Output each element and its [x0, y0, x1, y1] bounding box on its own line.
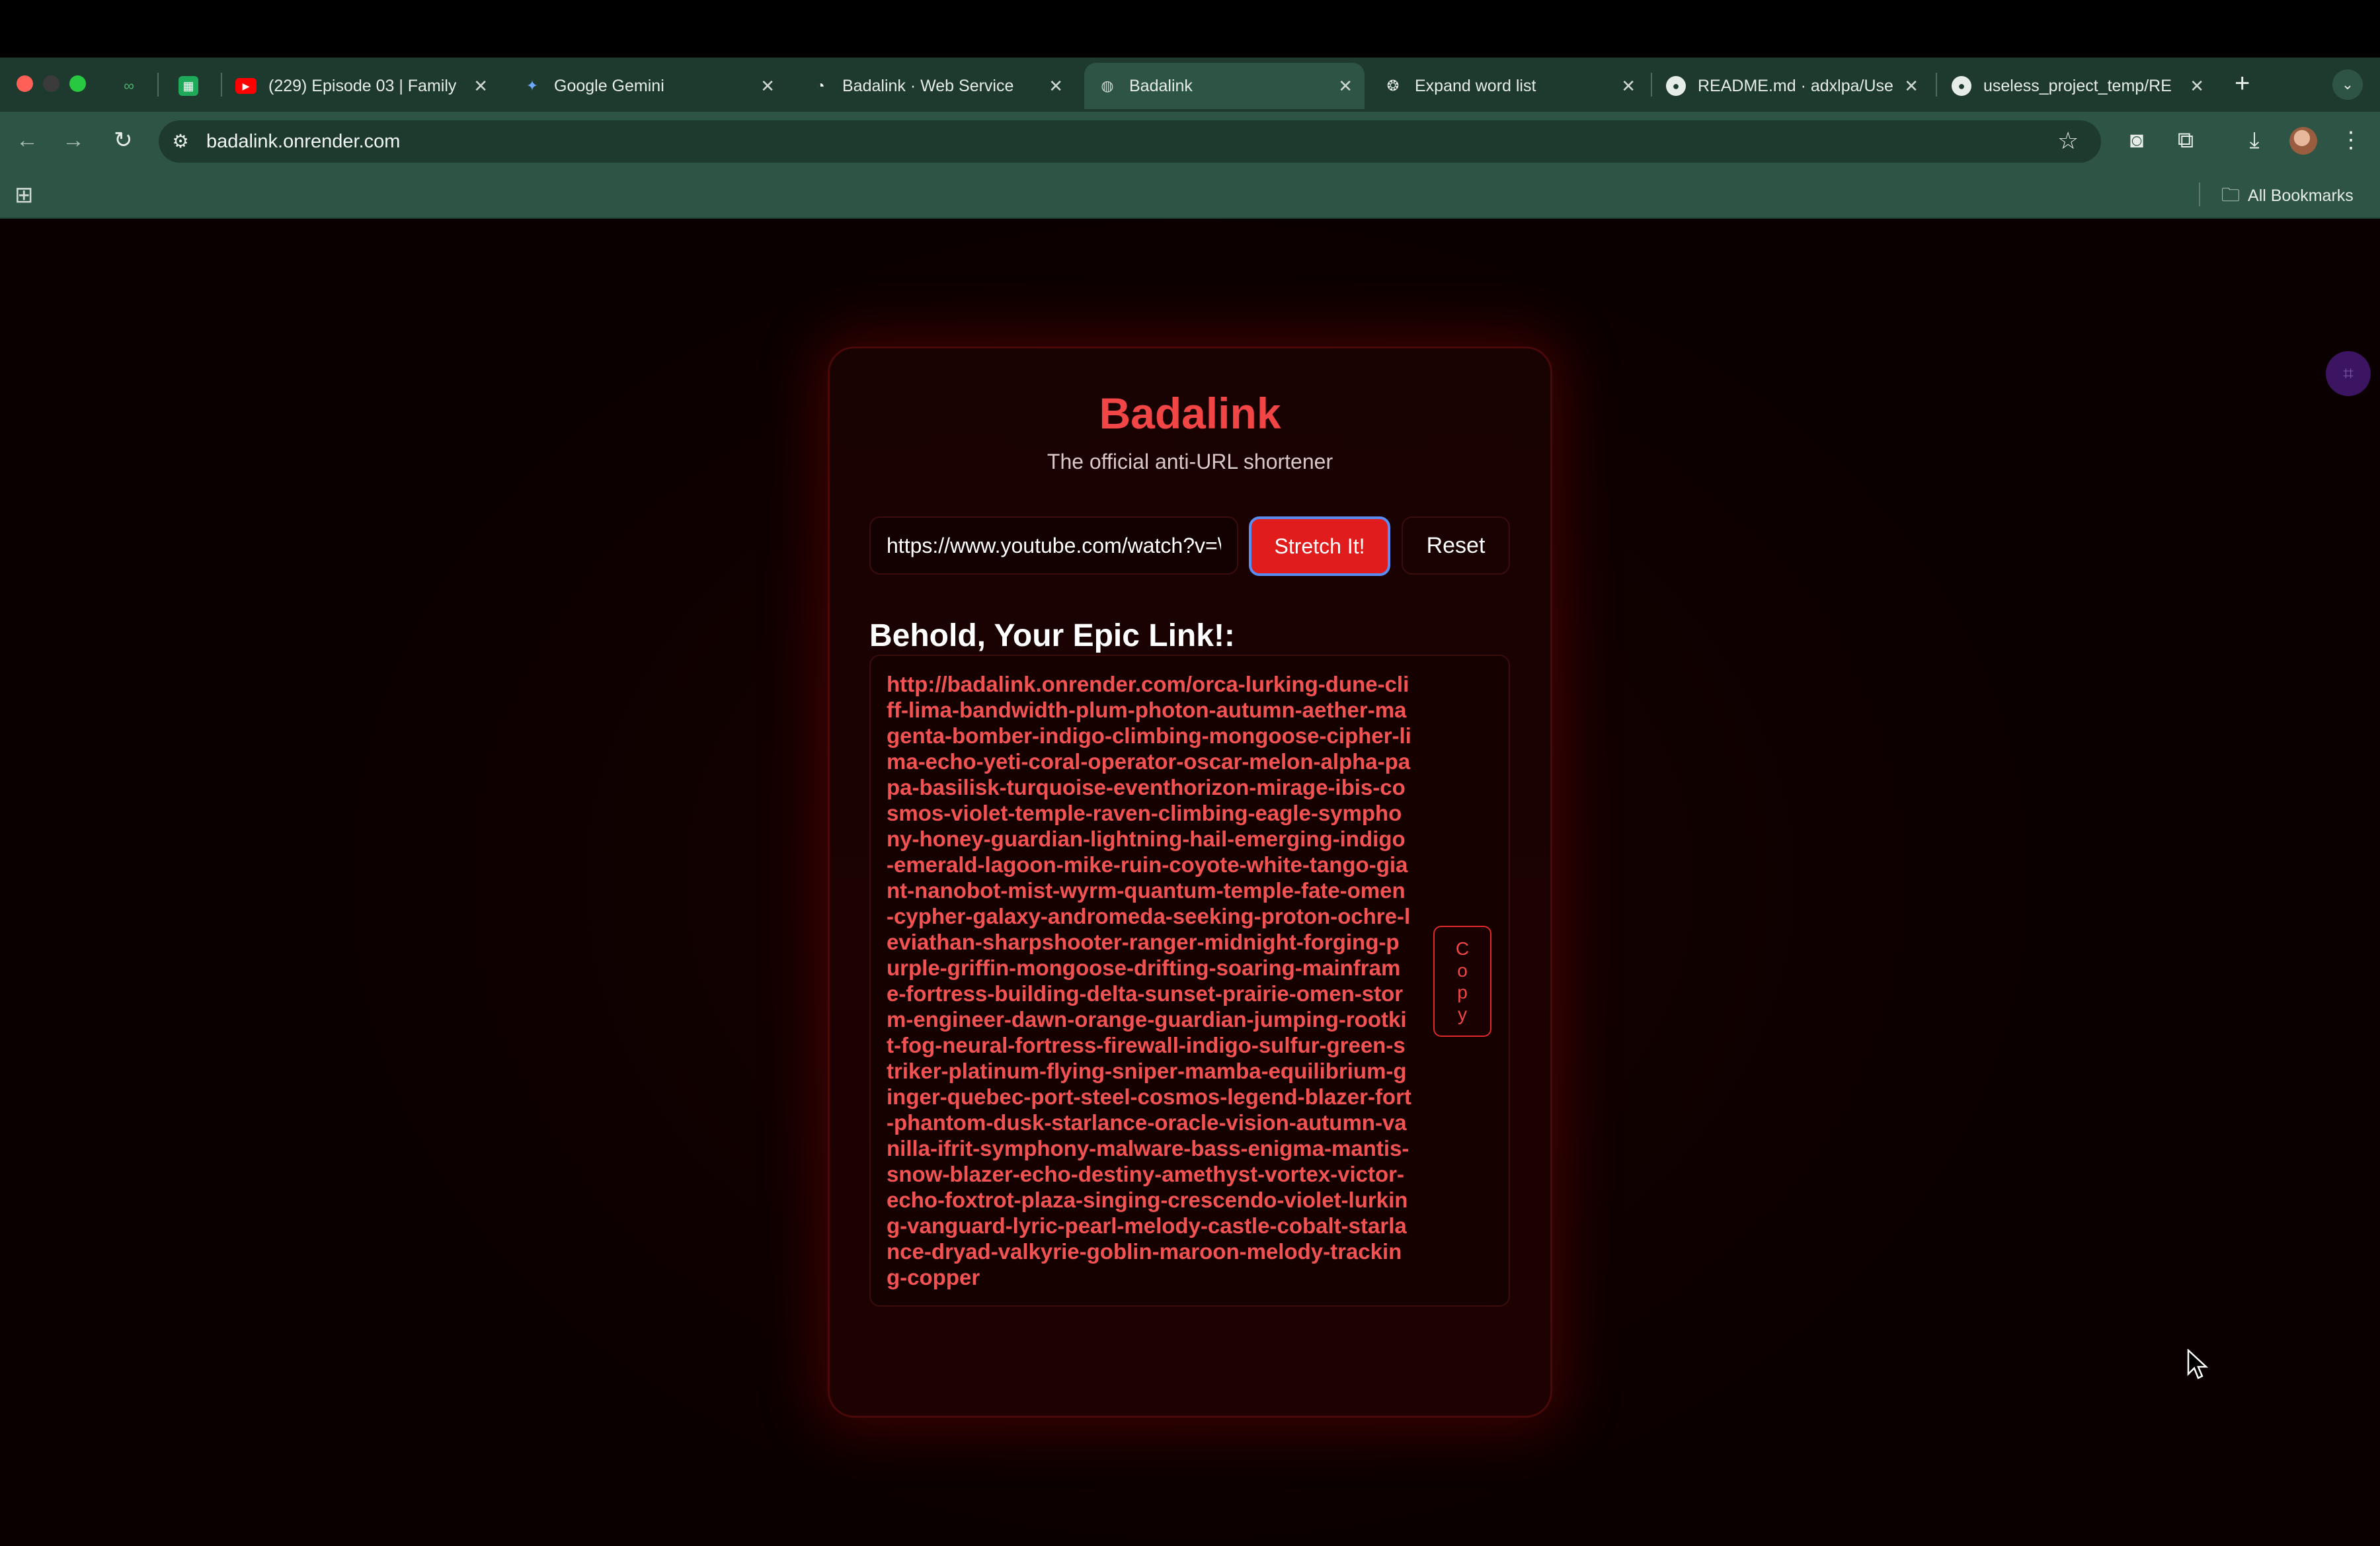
globe-icon: ◍: [1101, 77, 1114, 94]
tab-title: (229) Episode 03 | Family: [268, 76, 457, 95]
youtube-icon: ▶: [235, 78, 257, 94]
extensions-puzzle-icon[interactable]: ⧉: [2171, 127, 2200, 153]
tab-title: README.md · adxlpa/Use: [1698, 76, 1893, 95]
app-tagline: The official anti-URL shortener: [1047, 450, 1333, 473]
tab-separator: [1936, 73, 1937, 97]
tab-title: useless_project_temp/RE: [1983, 76, 2172, 95]
result-heading: Behold, Your Epic Link!:: [869, 618, 1235, 653]
apps-grid-icon[interactable]: ⊞: [15, 183, 34, 208]
tab-title: Badalink: [1129, 76, 1193, 95]
gemini-icon: ✦: [526, 77, 539, 94]
github-icon: ●: [1666, 76, 1686, 96]
tab-readme[interactable]: ● README.md · adxlpa/Use ✕: [1653, 63, 1930, 109]
menu-bar-strip: [0, 0, 2380, 58]
all-bookmarks-label: All Bookmarks: [2248, 186, 2354, 205]
tab-render-service[interactable]: ◔ Badalink · Web Service ✕: [797, 63, 1075, 109]
address-bar[interactable]: [159, 120, 2101, 163]
tab-separator: [157, 73, 159, 97]
mouse-cursor-icon: [2187, 1349, 2209, 1379]
openai-icon: ❂: [1386, 77, 1400, 94]
tab-search-button[interactable]: ⌄: [2332, 69, 2363, 100]
tab-useless-project[interactable]: ● useless_project_temp/RE ✕: [1938, 63, 2216, 109]
stretched-link-output[interactable]: http://badalink.onrender.com/orca-lurkin…: [887, 671, 1412, 1290]
address-url[interactable]: badalink.onrender.com: [206, 130, 400, 153]
minimize-window-button[interactable]: [43, 75, 60, 92]
bookmarks-bar: [0, 171, 2380, 219]
sheets-icon: ▦: [178, 76, 198, 96]
reload-icon[interactable]: ↻: [114, 127, 133, 153]
tab-gemini[interactable]: ✦ Google Gemini ✕: [509, 63, 787, 109]
copy-button[interactable]: Copy: [1433, 926, 1491, 1037]
bookmarks-separator: [2199, 183, 2200, 206]
back-arrow-icon[interactable]: ←: [16, 127, 38, 153]
forward-arrow-icon[interactable]: →: [62, 127, 85, 153]
close-tab-icon[interactable]: ✕: [1904, 76, 1919, 96]
bookmark-star-icon[interactable]: ☆: [2057, 128, 2079, 154]
long-url-input[interactable]: [869, 516, 1238, 575]
chevron-down-icon: ⌄: [2341, 76, 2354, 93]
stretch-button[interactable]: Stretch It!: [1249, 516, 1390, 576]
link-icon: ∞: [124, 77, 134, 94]
app-title: Badalink: [1099, 389, 1281, 438]
zoom-window-button[interactable]: [69, 75, 86, 92]
new-tab-button[interactable]: +: [2235, 69, 2250, 98]
camera-icon[interactable]: ◙: [2122, 127, 2151, 153]
all-bookmarks-button[interactable]: 🗀 All Bookmarks: [2221, 183, 2354, 208]
tab-title: Google Gemini: [554, 76, 664, 95]
site-info-icon[interactable]: ⚙: [169, 130, 192, 153]
crop-extension-icon[interactable]: ⌗: [2326, 351, 2371, 396]
tab-expand-word-list[interactable]: ❂ Expand word list ✕: [1370, 63, 1647, 109]
download-icon[interactable]: ⤓: [2240, 127, 2269, 153]
more-menu-icon[interactable]: ⋮: [2336, 127, 2365, 153]
profile-avatar[interactable]: [2289, 127, 2317, 155]
tab-title: Badalink · Web Service: [842, 76, 1014, 95]
tab-separator: [1651, 73, 1652, 97]
tab-youtube[interactable]: ▶ (229) Episode 03 | Family ✕: [222, 63, 500, 109]
tab-pinned-2[interactable]: ▦: [165, 63, 218, 109]
close-tab-icon[interactable]: ✕: [473, 76, 488, 96]
close-tab-icon[interactable]: ✕: [1049, 76, 1063, 96]
close-window-button[interactable]: [17, 75, 33, 92]
close-tab-icon[interactable]: ✕: [1338, 76, 1353, 96]
tab-pinned-1[interactable]: ∞: [106, 63, 152, 109]
reset-button[interactable]: Reset: [1402, 516, 1510, 575]
render-icon: ◔: [816, 77, 825, 94]
github-icon: ●: [1952, 76, 1971, 96]
close-tab-icon[interactable]: ✕: [760, 76, 775, 96]
folder-icon: 🗀: [2221, 184, 2241, 205]
tab-title: Expand word list: [1415, 76, 1536, 95]
close-tab-icon[interactable]: ✕: [1621, 76, 1636, 96]
tab-badalink-active[interactable]: ◍ Badalink ✕: [1084, 63, 1365, 109]
close-tab-icon[interactable]: ✕: [2190, 76, 2204, 96]
